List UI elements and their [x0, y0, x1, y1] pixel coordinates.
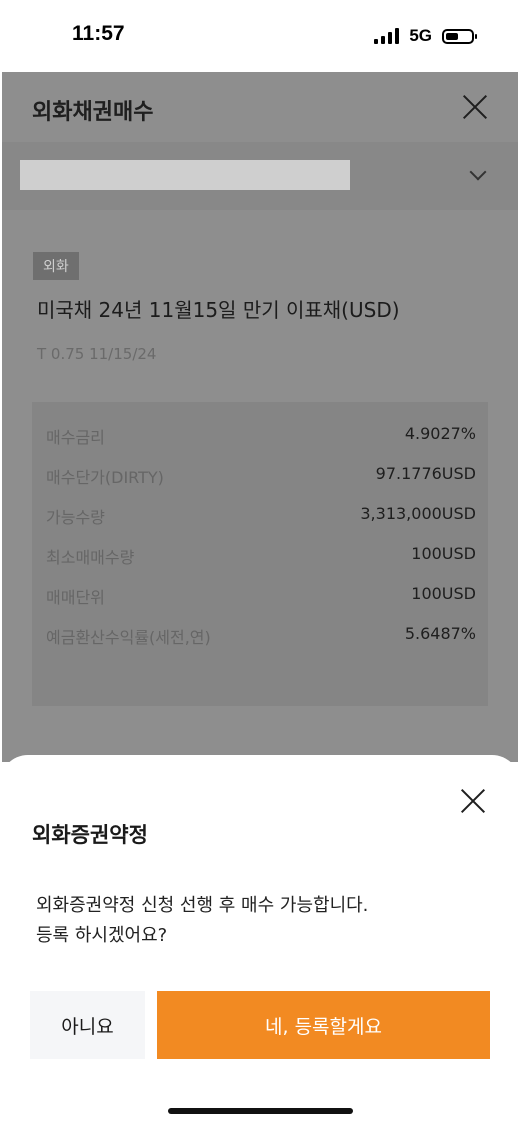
bond-purchase-page: 외화채권매수 외화 미국채 24년 11월15일 만기 이표채(USD) T 0… — [2, 72, 518, 762]
info-value: 100USD — [411, 584, 476, 603]
sheet-message-line: 등록 하시겠어요? — [36, 925, 168, 946]
agreement-bottom-sheet: 외화증권약정 외화증권약정 신청 선행 후 매수 가능합니다. 등록 하시겠어요… — [0, 755, 520, 1125]
close-icon[interactable] — [462, 94, 488, 120]
info-row: 최소매매수량 100USD — [46, 544, 476, 568]
status-icons: 5G — [374, 26, 477, 46]
page-title: 외화채권매수 — [32, 100, 154, 125]
info-row: 가능수량 3,313,000USD — [46, 504, 476, 528]
chevron-down-icon — [469, 163, 487, 181]
info-value: 97.1776USD — [375, 464, 476, 483]
info-label: 매수금리 — [46, 428, 105, 447]
status-time: 11:57 — [72, 22, 125, 45]
info-label: 최소매매수량 — [46, 548, 135, 567]
home-indicator — [168, 1108, 353, 1114]
bond-name: 미국채 24년 11월15일 만기 이표채(USD) — [37, 298, 400, 322]
network-label: 5G — [409, 26, 432, 45]
info-row: 매매단위 100USD — [46, 584, 476, 608]
sheet-message: 외화증권약정 신청 선행 후 매수 가능합니다. 등록 하시겠어요? — [36, 891, 476, 951]
info-row: 매수단가(DIRTY) 97.1776USD — [46, 464, 476, 488]
info-row: 매수금리 4.9027% — [46, 424, 476, 448]
bond-info-box: 매수금리 4.9027% 매수단가(DIRTY) 97.1776USD 가능수량… — [32, 402, 488, 706]
register-button[interactable]: 네, 등록할게요 — [157, 991, 490, 1059]
account-selector[interactable] — [2, 142, 518, 210]
info-label: 매매단위 — [46, 588, 105, 607]
sheet-message-line: 외화증권약정 신청 선행 후 매수 가능합니다. — [36, 895, 369, 916]
info-value: 3,313,000USD — [360, 504, 476, 523]
no-button[interactable]: 아니요 — [30, 991, 145, 1059]
info-value: 100USD — [411, 544, 476, 563]
signal-icon — [374, 28, 400, 44]
bond-code: T 0.75 11/15/24 — [37, 345, 157, 363]
account-number-masked — [20, 160, 350, 190]
close-icon[interactable] — [460, 788, 486, 814]
info-value: 4.9027% — [404, 424, 476, 443]
info-label: 가능수량 — [46, 508, 105, 527]
info-label: 매수단가(DIRTY) — [46, 468, 164, 487]
battery-icon — [442, 28, 477, 44]
status-bar: 11:57 5G — [0, 0, 520, 72]
sheet-title: 외화증권약정 — [32, 823, 148, 847]
info-row: 예금환산수익률(세전,연) 5.6487% — [46, 624, 476, 648]
info-label: 예금환산수익률(세전,연) — [46, 628, 211, 647]
currency-badge: 외화 — [33, 252, 79, 280]
info-value: 5.6487% — [404, 624, 476, 643]
